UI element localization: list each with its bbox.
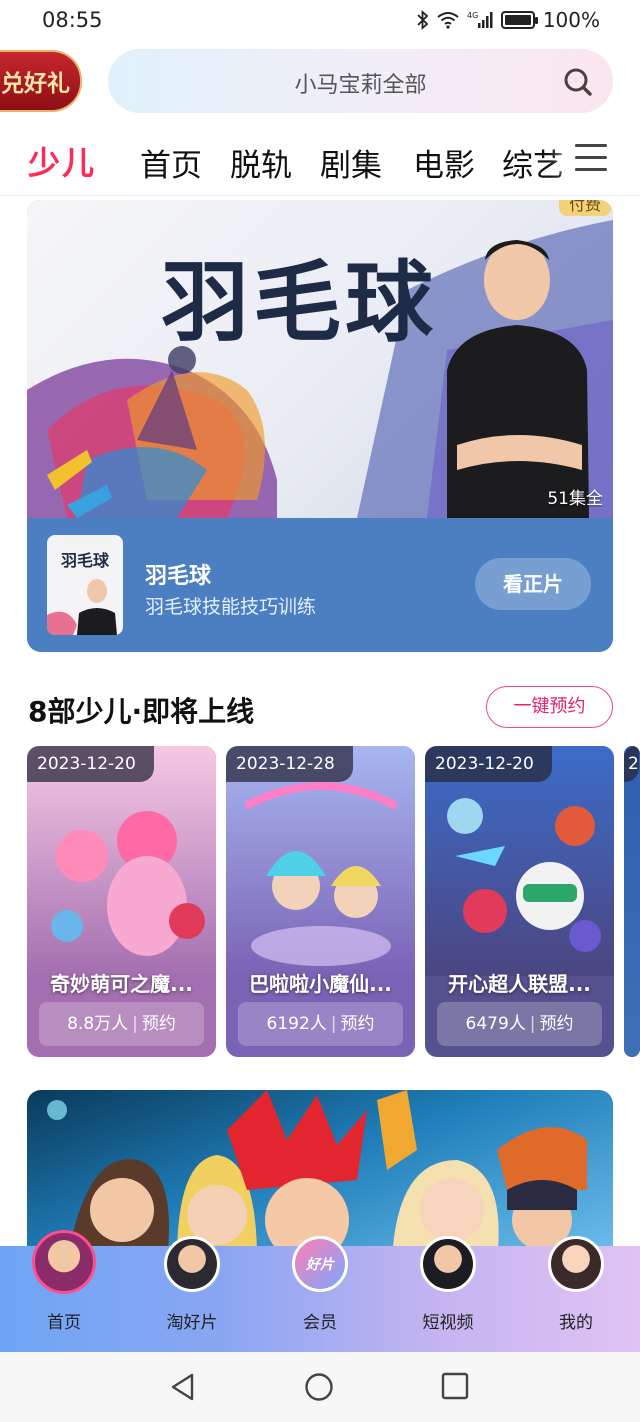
status-icons: 4G 100% (417, 8, 600, 32)
nav-label: 会员 (303, 1313, 337, 1333)
status-time: 08:55 (42, 8, 103, 32)
bottom-nav: 首页 淘好片 好片 会员 短视频 我的 (0, 1230, 640, 1352)
nav-home[interactable]: 首页 (9, 1230, 119, 1352)
card-title: 奇妙萌可之魔... (50, 972, 193, 996)
search-bar[interactable]: 小马宝莉全部 (108, 49, 613, 113)
recents-icon[interactable] (441, 1372, 469, 1400)
section-title: 8部少儿·即将上线 (28, 695, 255, 728)
promo-banner[interactable] (27, 1090, 613, 1260)
battery-percent: 100% (542, 8, 600, 32)
wifi-icon (437, 12, 459, 29)
upcoming-card[interactable]: 2023-12-20 奇妙萌可之魔... 8.8万人 | 预约 (27, 746, 216, 1057)
hero-name: 羽毛球 (145, 564, 212, 589)
tab-home[interactable]: 首页 (140, 140, 202, 185)
nav-label: 短视频 (422, 1313, 474, 1333)
channel-tabs: 少儿 首页 脱轨 剧集 电影 综艺 (0, 130, 640, 196)
reserve-count: 8.8万人 (67, 1014, 129, 1034)
nav-short-video[interactable]: 短视频 (393, 1236, 503, 1352)
nav-label: 首页 (47, 1313, 81, 1333)
reserve-count: 6479人 (465, 1014, 526, 1034)
status-bar: 08:55 4G 100% (0, 0, 640, 40)
upcoming-card[interactable]: 2 (624, 746, 640, 1057)
avatar (548, 1236, 604, 1292)
poster-image (624, 746, 640, 1057)
reserve-button[interactable]: 6192人 | 预约 (238, 1002, 403, 1046)
release-date: 2023-12-20 (27, 746, 154, 782)
reserve-label: 预约 (141, 1014, 176, 1034)
nav-vip[interactable]: 好片 会员 (265, 1236, 375, 1352)
search-placeholder: 小马宝莉全部 (294, 73, 427, 98)
upcoming-card[interactable]: 2023-12-20 开心超人联盟... 6479人 | 预约 (425, 746, 614, 1057)
tab-series[interactable]: 剧集 (320, 140, 382, 185)
app-screen: 08:55 4G 100% 兑好礼 小马宝莉全部 少儿 首页 脱轨 剧集 电影 … (0, 0, 640, 1422)
avatar (164, 1236, 220, 1292)
upcoming-card[interactable]: 2023-12-28 巴啦啦小魔仙... 6192人 | 预约 (226, 746, 415, 1057)
card-title: 开心超人联盟... (448, 972, 591, 996)
reserve-label: 预约 (539, 1014, 574, 1034)
release-date: 2023-12-20 (425, 746, 552, 782)
avatar (32, 1230, 96, 1294)
reserve-button[interactable]: 6479人 | 预约 (437, 1002, 602, 1046)
home-icon[interactable] (304, 1372, 334, 1402)
tab-variety[interactable]: 综艺 (502, 140, 564, 185)
avatar (420, 1236, 476, 1292)
hero-description: 羽毛球技能技巧训练 (145, 596, 317, 618)
reserve-button[interactable]: 8.8万人 | 预约 (39, 1002, 204, 1046)
vip-icon: 好片 (292, 1236, 348, 1292)
menu-icon[interactable] (575, 144, 607, 174)
hero-card[interactable]: 羽毛球 付费 51集全 羽毛球 羽毛球 羽毛球技能技巧训练 看正片 (27, 200, 613, 652)
reserve-label: 预约 (340, 1014, 375, 1034)
promo-button[interactable]: 兑好礼 (0, 50, 82, 112)
release-date: 2 (624, 746, 639, 782)
card-title: 巴啦啦小魔仙... (249, 972, 392, 996)
thumbnail-art (47, 579, 117, 635)
reserve-all-button[interactable]: 一键预约 (486, 686, 613, 728)
tab-tuogui[interactable]: 脱轨 (230, 140, 292, 185)
search-icon[interactable] (563, 67, 593, 97)
paid-badge: 付费 (558, 200, 611, 216)
hero-banner[interactable]: 羽毛球 付费 51集全 (27, 200, 613, 518)
channel-logo[interactable]: 少儿 (28, 138, 96, 184)
signal-icon: 4G (467, 11, 493, 28)
reserve-count: 6192人 (266, 1014, 327, 1034)
vip-badge-text: 好片 (306, 1257, 334, 1273)
back-icon[interactable] (168, 1372, 198, 1402)
bluetooth-icon (417, 10, 429, 30)
banner-artwork (47, 1090, 587, 1260)
episode-count: 51集全 (547, 489, 603, 509)
system-nav-bar (0, 1352, 640, 1422)
hero-thumbnail[interactable]: 羽毛球 (47, 535, 123, 635)
hero-big-title: 羽毛球 (161, 250, 438, 354)
nav-label: 淘好片 (166, 1313, 218, 1333)
release-date: 2023-12-28 (226, 746, 353, 782)
hero-info: 羽毛球 羽毛球 羽毛球技能技巧训练 看正片 (27, 518, 613, 652)
battery-icon (500, 11, 538, 29)
promo-label: 兑好礼 (1, 70, 70, 97)
nav-discover[interactable]: 淘好片 (137, 1236, 247, 1352)
watch-button[interactable]: 看正片 (475, 558, 591, 610)
tab-movies[interactable]: 电影 (413, 140, 475, 185)
nav-profile[interactable]: 我的 (521, 1236, 631, 1352)
nav-label: 我的 (559, 1313, 593, 1333)
top-bar: 兑好礼 小马宝莉全部 (0, 46, 640, 116)
svg-text:4G: 4G (467, 11, 478, 20)
